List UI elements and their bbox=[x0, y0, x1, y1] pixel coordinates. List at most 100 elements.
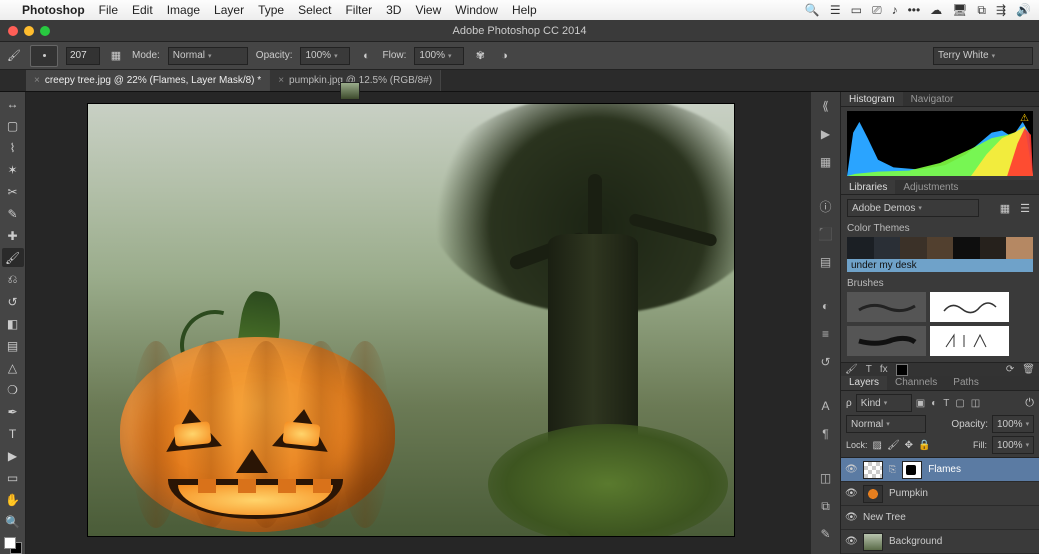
grid-view-icon[interactable]: ▦ bbox=[997, 200, 1013, 216]
workspace-switcher[interactable]: Terry White▾ bbox=[933, 47, 1033, 65]
swatches-icon[interactable]: ▦ bbox=[816, 152, 836, 172]
spotlight-icon[interactable]: 🔍 bbox=[805, 3, 820, 18]
app-name[interactable]: Photoshop bbox=[22, 3, 85, 17]
tab-layers[interactable]: Layers bbox=[841, 376, 887, 390]
path-select-tool[interactable]: ▶ bbox=[2, 447, 24, 466]
visibility-toggle-icon[interactable]: 👁 bbox=[845, 488, 857, 499]
list-view-icon[interactable]: ☰ bbox=[1017, 200, 1033, 216]
styles-icon[interactable]: ▤ bbox=[816, 252, 836, 272]
lock-pixels-icon[interactable]: 🖌 bbox=[887, 440, 900, 451]
brush-tool[interactable]: 🖌 bbox=[2, 248, 24, 267]
blur-tool[interactable]: △ bbox=[2, 359, 24, 378]
tab-paths[interactable]: Paths bbox=[945, 376, 987, 390]
color-chip[interactable] bbox=[896, 364, 908, 376]
window-zoom-button[interactable] bbox=[40, 26, 50, 36]
menu-file[interactable]: File bbox=[99, 3, 118, 17]
flow-field[interactable]: 100%▾ bbox=[414, 47, 464, 65]
tab-navigator[interactable]: Navigator bbox=[903, 92, 962, 106]
type-tool[interactable]: T bbox=[2, 425, 24, 444]
lock-all-icon[interactable]: 🔒 bbox=[918, 440, 930, 451]
history-icon[interactable]: ↺ bbox=[816, 352, 836, 372]
menu-help[interactable]: Help bbox=[512, 3, 537, 17]
screen-icon[interactable]: 🖥 bbox=[952, 3, 967, 18]
channels-shortcut-icon[interactable]: ⧉ bbox=[816, 496, 836, 516]
layers-shortcut-icon[interactable]: ◫ bbox=[816, 468, 836, 488]
layer-row[interactable]: 👁 ⎘ Flames bbox=[841, 458, 1039, 482]
tab-histogram[interactable]: Histogram bbox=[841, 92, 903, 106]
character-icon[interactable]: A bbox=[816, 396, 836, 416]
close-tab-icon[interactable]: × bbox=[278, 75, 284, 86]
paragraph-icon[interactable]: ¶ bbox=[816, 424, 836, 444]
color-icon[interactable]: ⬛ bbox=[816, 224, 836, 244]
filter-shape-icon[interactable]: ▢ bbox=[955, 398, 964, 409]
menu-layer[interactable]: Layer bbox=[214, 3, 244, 17]
brush-icon[interactable]: 🖌 bbox=[845, 364, 858, 375]
fx-icon[interactable]: fx bbox=[880, 364, 888, 375]
menu-view[interactable]: View bbox=[415, 3, 441, 17]
more-icon[interactable]: ••• bbox=[908, 3, 921, 18]
visibility-toggle-icon[interactable]: 👁 bbox=[845, 512, 857, 523]
menu-filter[interactable]: Filter bbox=[345, 3, 372, 17]
bell-icon[interactable]: ♪ bbox=[892, 3, 898, 18]
dodge-tool[interactable]: ❍ bbox=[2, 381, 24, 400]
pressure-size-icon[interactable]: ◑ bbox=[496, 48, 512, 64]
sync-icon[interactable]: ⟳ bbox=[1006, 364, 1014, 375]
layer-fill-field[interactable]: 100%▾ bbox=[992, 436, 1034, 454]
adjustments-icon[interactable]: ◐ bbox=[816, 296, 836, 316]
document-tab-active[interactable]: × creepy tree.jpg @ 22% (Flames, Layer M… bbox=[26, 70, 270, 91]
healing-brush-tool[interactable]: ✚ bbox=[2, 226, 24, 245]
layer-thumbnail[interactable] bbox=[863, 461, 883, 479]
lock-position-icon[interactable]: ✥ bbox=[905, 440, 913, 451]
layer-filter-kind[interactable]: Kind▾ bbox=[856, 394, 912, 412]
layer-row[interactable]: 👁 Pumpkin bbox=[841, 482, 1039, 506]
layer-name[interactable]: New Tree bbox=[863, 512, 906, 523]
layer-opacity-field[interactable]: 100%▾ bbox=[992, 415, 1034, 433]
foreground-color-swatch[interactable] bbox=[4, 537, 16, 549]
pressure-opacity-icon[interactable]: ◐ bbox=[358, 48, 374, 64]
layer-thumbnail[interactable] bbox=[863, 485, 883, 503]
list-icon[interactable]: ☰ bbox=[830, 3, 841, 18]
blend-mode-dropdown[interactable]: Normal▾ bbox=[168, 47, 248, 65]
quick-select-tool[interactable]: ✶ bbox=[2, 160, 24, 179]
warning-icon[interactable]: ⚠ bbox=[1020, 113, 1029, 124]
brush-panel-icon[interactable]: ▦ bbox=[108, 48, 124, 64]
airbrush-icon[interactable]: ✾ bbox=[472, 48, 488, 64]
brush-preset[interactable] bbox=[847, 326, 926, 356]
expand-dock-icon[interactable]: ⟪ bbox=[816, 96, 836, 116]
brush-size-field[interactable]: 207 bbox=[66, 47, 100, 65]
menu-window[interactable]: Window bbox=[455, 3, 498, 17]
canvas-area[interactable] bbox=[26, 92, 811, 554]
volume-icon[interactable]: 🔊 bbox=[1016, 3, 1031, 18]
clone-stamp-tool[interactable]: ⎌ bbox=[2, 270, 24, 289]
wifi-icon[interactable]: ⇶ bbox=[996, 3, 1006, 18]
menu-edit[interactable]: Edit bbox=[132, 3, 153, 17]
tool-preset-icon[interactable]: 🖌 bbox=[6, 48, 22, 64]
layer-row[interactable]: 👁 New Tree bbox=[841, 506, 1039, 530]
document-canvas[interactable] bbox=[88, 104, 734, 536]
gradient-tool[interactable]: ▤ bbox=[2, 337, 24, 356]
window-close-button[interactable] bbox=[8, 26, 18, 36]
filter-toggle-icon[interactable]: ⏻ bbox=[1025, 397, 1034, 410]
opacity-field[interactable]: 100%▾ bbox=[300, 47, 350, 65]
move-tool[interactable]: ↔ bbox=[2, 94, 24, 113]
layer-name[interactable]: Pumpkin bbox=[889, 488, 928, 499]
type-icon[interactable]: T bbox=[866, 364, 872, 375]
color-swatches[interactable] bbox=[4, 537, 22, 554]
battery-icon[interactable]: ▭ bbox=[851, 3, 862, 18]
brush-preset[interactable] bbox=[930, 292, 1009, 322]
layer-row[interactable]: 👁 Background bbox=[841, 530, 1039, 554]
shape-tool[interactable]: ▭ bbox=[2, 469, 24, 488]
filter-adjust-icon[interactable]: ◐ bbox=[931, 398, 937, 409]
zoom-tool[interactable]: 🔍 bbox=[2, 513, 24, 532]
eraser-tool[interactable]: ◧ bbox=[2, 314, 24, 333]
actions-icon[interactable]: ≡ bbox=[816, 324, 836, 344]
layer-name[interactable]: Flames bbox=[928, 464, 961, 475]
mask-link-icon[interactable]: ⎘ bbox=[889, 464, 896, 475]
color-theme-swatches[interactable] bbox=[847, 237, 1033, 259]
visibility-toggle-icon[interactable]: 👁 bbox=[845, 464, 857, 475]
play-icon[interactable]: ▶ bbox=[816, 124, 836, 144]
display-icon[interactable]: ⎚ bbox=[872, 3, 882, 18]
cloud-icon[interactable]: ☁ bbox=[930, 3, 942, 18]
trash-icon[interactable]: 🗑 bbox=[1022, 364, 1035, 375]
layer-name[interactable]: Background bbox=[889, 536, 942, 547]
